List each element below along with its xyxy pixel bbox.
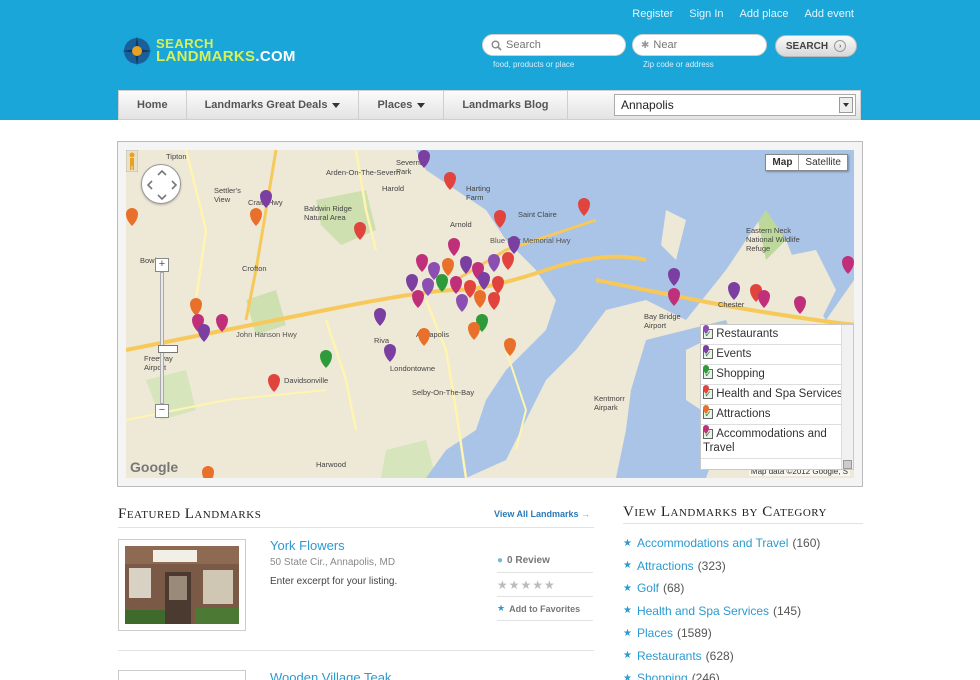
purple-pin-icon	[703, 345, 709, 354]
legend-health-spa[interactable]: ✓ Health and Spa Services	[701, 385, 853, 405]
categories-divider	[623, 523, 863, 524]
list-item[interactable]: ★ Attractions (323)	[623, 555, 820, 578]
listing-thumbnail[interactable]	[118, 670, 246, 680]
star-icon: ★	[623, 672, 632, 680]
green-pin-icon	[703, 365, 709, 374]
star-icon: ★	[623, 560, 632, 572]
legend-shopping[interactable]: ✓ Shopping	[701, 365, 853, 385]
rating-stars: ★★★★★	[497, 573, 593, 597]
map-canvas[interactable]: Tipton Severna Park Arden-On-The-Severn …	[126, 150, 854, 478]
zoom-out-button[interactable]: −	[155, 404, 169, 418]
map-legend: ✓ Restaurants ✓ Events ✓ Shopping ✓ Heal…	[700, 324, 854, 470]
site-logo[interactable]: SEARCH LANDMARKS.COM	[120, 34, 295, 70]
purple-pin-icon	[703, 325, 709, 334]
arrow-right-icon: →	[581, 509, 591, 519]
legend-events[interactable]: ✓ Events	[701, 345, 853, 365]
caret-down-icon	[417, 102, 426, 108]
storefront-image	[125, 546, 239, 624]
near-hint: Zip code or address	[643, 60, 714, 69]
list-item[interactable]: ★ Accommodations and Travel (160)	[623, 532, 820, 555]
nav-places[interactable]: Places	[359, 91, 445, 119]
star-icon: ★	[497, 603, 506, 613]
map-type-map[interactable]: Map	[766, 155, 800, 170]
near-field[interactable]: ✱	[632, 34, 767, 56]
sign-in-link[interactable]: Sign In	[689, 8, 723, 20]
categories-title: View Landmarks by Category	[623, 504, 827, 520]
category-list: ★ Accommodations and Travel (160) ★ Attract…	[623, 532, 820, 680]
star-icon: ★	[623, 650, 632, 662]
review-count[interactable]: ● 0 Review	[497, 549, 593, 573]
listing-thumbnail[interactable]	[118, 539, 246, 631]
legend-attractions[interactable]: ✓ Attractions	[701, 405, 853, 425]
add-to-favorites[interactable]: ★ Add to Favorites	[497, 597, 593, 621]
listing-title[interactable]: Wooden Village Teak	[270, 670, 391, 680]
star-icon: ★	[623, 582, 632, 594]
zoom-in-button[interactable]: +	[155, 258, 169, 272]
zoom-control: + −	[155, 258, 178, 418]
view-all-link[interactable]: View All Landmarks →	[494, 509, 590, 519]
arrow-right-icon: ›	[834, 40, 847, 52]
listing-meta: ● 0 Review ★★★★★ ★ Add to Favorites	[497, 549, 593, 621]
account-links: Register Sign In Add place Add event	[632, 8, 854, 20]
search-field[interactable]	[482, 34, 626, 56]
zoom-slider-handle[interactable]	[158, 345, 178, 353]
search-input[interactable]	[506, 39, 606, 51]
caret-down-icon	[332, 102, 341, 108]
red-pin-icon	[703, 385, 709, 394]
search-icon	[491, 40, 502, 51]
list-item[interactable]: ★ Restaurants (628)	[623, 645, 820, 668]
orange-pin-icon	[703, 405, 709, 414]
magenta-pin-icon	[703, 425, 709, 434]
storefront-photo	[125, 546, 239, 624]
globe-icon	[122, 36, 152, 66]
legend-scroll-handle[interactable]	[843, 460, 852, 469]
map-frame: Tipton Severna Park Arden-On-The-Severn …	[117, 141, 863, 487]
search-button[interactable]: SEARCH ›	[775, 35, 857, 57]
star-icon: ★	[623, 605, 632, 617]
register-link[interactable]: Register	[632, 8, 673, 20]
nav-blog[interactable]: Landmarks Blog	[444, 91, 568, 119]
featured-divider	[118, 527, 594, 528]
near-input[interactable]	[653, 39, 754, 51]
pan-arrows-icon	[146, 169, 178, 201]
list-item[interactable]: ★ Health and Spa Services (145)	[623, 600, 820, 623]
chevron-down-icon	[839, 97, 853, 113]
list-item[interactable]: ★ Shopping (246)	[623, 667, 820, 680]
zoom-slider-track[interactable]	[158, 272, 178, 404]
map-type-toggle: Map Satellite	[765, 154, 848, 171]
listing-excerpt: Enter excerpt for your listing.	[270, 576, 398, 587]
list-item[interactable]: ★ Places (1589)	[623, 622, 820, 645]
city-select[interactable]: Annapolis	[614, 94, 856, 116]
legend-restaurants[interactable]: ✓ Restaurants	[701, 325, 853, 345]
star-rating-icon: ★★★★★	[497, 577, 556, 592]
featured-title: Featured Landmarks	[118, 506, 262, 522]
search-hint: food, products or place	[493, 60, 575, 69]
legend-accommodations[interactable]: ✓ Accommodations and Travel	[701, 425, 853, 459]
pan-control[interactable]	[141, 164, 181, 204]
search-button-label: SEARCH	[785, 40, 829, 52]
star-icon: ★	[623, 627, 632, 639]
listing-divider	[118, 650, 594, 651]
listing-address: 50 State Cir., Annapolis, MD	[270, 557, 396, 568]
star-icon: ★	[623, 537, 632, 549]
map-type-satellite[interactable]: Satellite	[799, 155, 847, 170]
logo-line2: LANDMARKS.COM	[156, 48, 296, 65]
legend-scrollbar[interactable]	[841, 325, 853, 469]
add-event-link[interactable]: Add event	[804, 8, 854, 20]
google-logo: Google	[130, 459, 179, 475]
add-place-link[interactable]: Add place	[740, 8, 789, 20]
list-item[interactable]: ★ Golf (68)	[623, 577, 820, 600]
location-icon: ✱	[641, 39, 650, 51]
comment-icon: ●	[497, 555, 504, 566]
listing-title[interactable]: York Flowers	[270, 538, 345, 553]
nav-great-deals[interactable]: Landmarks Great Deals	[187, 91, 360, 119]
pegman-icon[interactable]	[126, 150, 138, 172]
nav-home[interactable]: Home	[119, 91, 187, 119]
city-select-value: Annapolis	[621, 98, 674, 112]
